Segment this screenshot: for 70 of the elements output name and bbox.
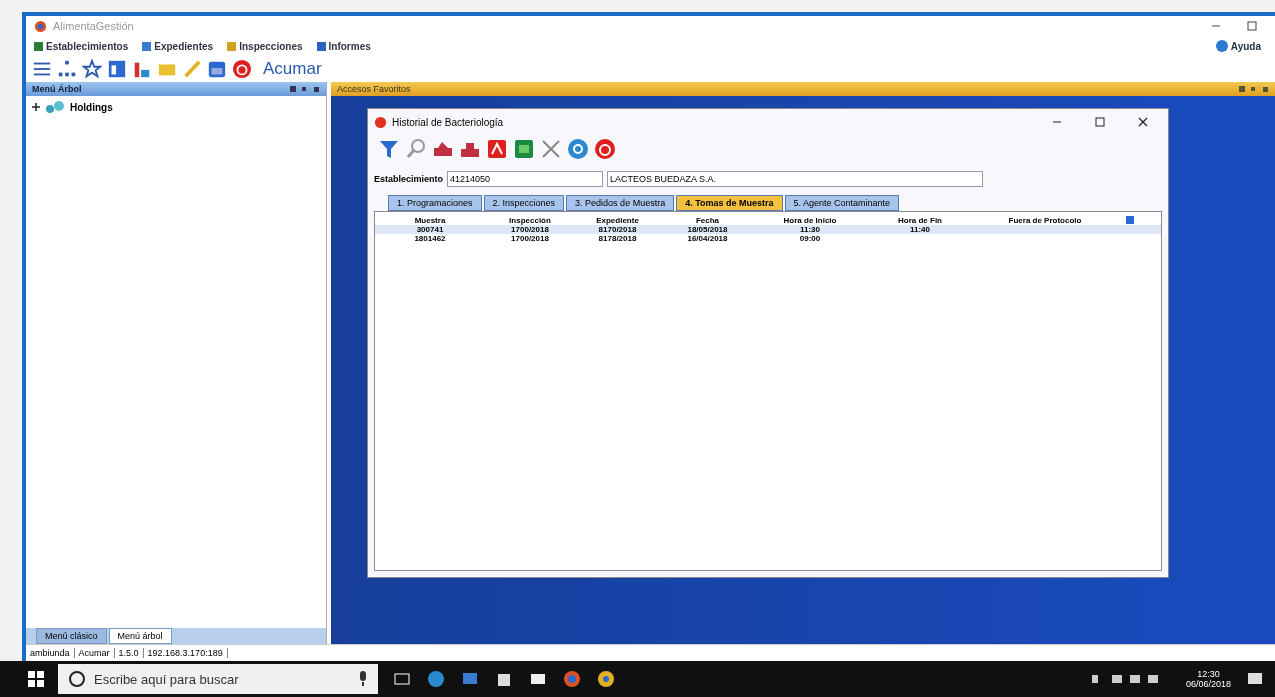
table-cell: 1801462 [414,234,446,243]
taskbar-search-field[interactable]: Escribe aquí para buscar [58,664,378,694]
status-item: ambiunda [30,648,75,658]
help-button[interactable]: Ayuda [1209,39,1267,53]
table-cell: 18/05/2018 [687,225,728,234]
table-cell: 11:40 [910,225,930,234]
expander-icon[interactable] [32,103,40,111]
status-item: 192.168.3.170:189 [147,648,228,658]
power-icon[interactable] [594,138,616,160]
app-logo-icon [34,19,47,33]
tree-icon[interactable] [57,59,77,79]
network-icon [44,100,66,114]
panel-tab[interactable]: Menú árbol [108,628,172,644]
power-icon[interactable] [232,59,252,79]
app-logo-icon[interactable] [562,669,582,689]
table-cell: 300741 [416,225,444,234]
tab[interactable]: 3. Pedidos de Muestra [566,195,675,211]
table-row[interactable]: 300741 1700/2018 8170/2018 18/05/2018 11:30 11:40 [375,225,1161,234]
column-header[interactable]: Inspección [485,216,575,225]
maximize-icon [1247,20,1257,31]
dialog-title: Historial de Bacteriología [392,116,504,128]
column-header[interactable]: Expediente [575,216,660,225]
panel-title: Menú Árbol [32,84,82,94]
status-item: 1.5.0 [118,648,144,658]
clock-time: 12:30 [1197,669,1220,679]
star-icon[interactable] [82,59,102,79]
close-icon [1138,116,1148,127]
toolbar-label: Acumar [263,59,322,79]
tab[interactable]: 2. Inspecciones [483,195,565,211]
column-header[interactable]: Muestra [375,216,485,225]
clock-date: 06/06/2018 [1185,679,1231,689]
help-icon [1215,40,1228,52]
field-label: Establecimiento [374,174,444,184]
column-header[interactable]: Fecha [660,216,755,225]
panel-controls-icon[interactable] [290,85,320,93]
table-cell: 8178/2018 [598,234,637,243]
app-logo-icon [374,115,387,129]
name-field[interactable]: LACTEOS BUEDAZA S.A. [607,171,984,187]
tab[interactable]: 4. Tomas de Muestra [676,195,783,211]
table-cell: 11:30 [800,225,820,234]
table-cell: 16/04/2018 [687,234,728,243]
status-item: Acumar [78,648,115,658]
microphone-icon[interactable] [358,671,368,687]
menu-item[interactable]: Expedientes [142,40,214,52]
menu-item[interactable]: Informes [316,40,371,52]
table-cell: 8170/2018 [598,225,637,234]
menu-item[interactable]: Establecimientos [34,40,129,52]
column-header[interactable]: Fuera de Protocolo [975,216,1115,225]
table-cell: 1700/2018 [511,225,549,234]
panel-controls-icon[interactable] [1239,85,1269,93]
cortana-circle-icon [68,670,86,688]
column-header[interactable]: Hora de Fin [865,216,975,225]
panel-tab[interactable]: Menú clásico [36,628,107,644]
table-cell: 1700/2018 [511,234,549,243]
search-icon[interactable] [405,138,427,160]
tree-item[interactable]: Holdings [32,100,320,114]
table-cell: 09:00 [799,234,821,243]
table-row[interactable]: 1801462 1700/2018 8178/2018 16/04/2018 09:00 [375,234,1161,243]
window-title: AlimentaGestión [53,20,134,32]
window-icon[interactable] [107,59,127,79]
windows-start-icon[interactable] [28,671,44,687]
tab[interactable]: 5. Agente Contaminante [784,195,900,211]
column-header[interactable]: Hora de Inicio [755,216,865,225]
tab[interactable]: 1. Programaciones [388,195,482,211]
code-field[interactable]: 41214050 [447,171,604,187]
menu-item[interactable]: Inspecciones [227,40,303,52]
filter-icon[interactable] [378,138,400,160]
maximize-icon [1095,116,1105,127]
help-icon[interactable] [567,138,589,160]
favorites-title: Accesos Favoritos [337,84,411,94]
